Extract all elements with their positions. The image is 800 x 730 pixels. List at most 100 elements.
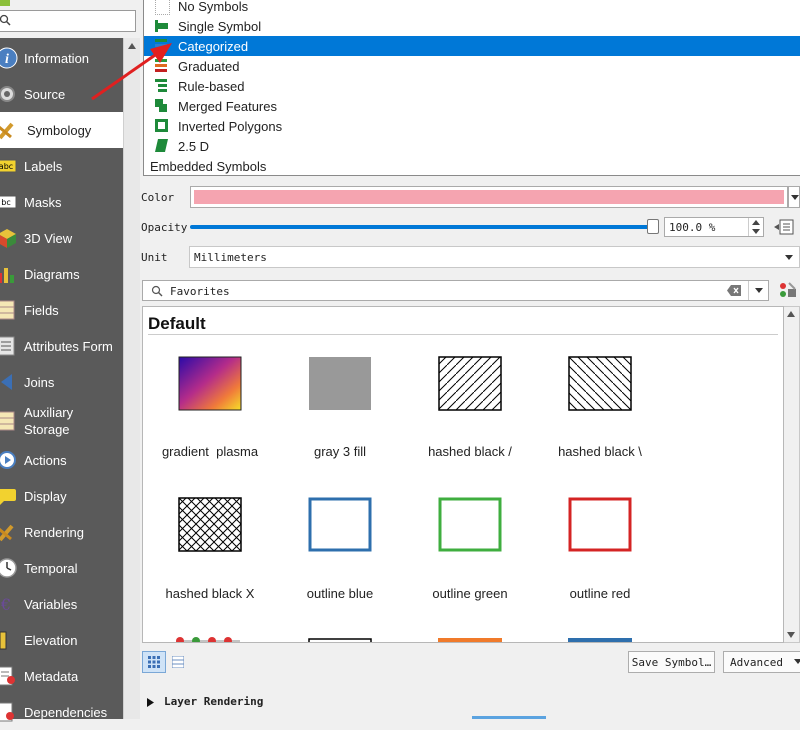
- symbology-icon: [0, 122, 14, 140]
- symbol-panel-scrollbar[interactable]: [784, 306, 800, 643]
- sidebar-item-diagrams[interactable]: Diagrams: [0, 256, 123, 292]
- save-symbol-button[interactable]: Save Symbol…: [628, 651, 715, 673]
- renderer-option-inverted-polygons[interactable]: Inverted Polygons: [144, 116, 800, 136]
- sidebar-item-actions[interactable]: Actions: [0, 442, 123, 478]
- sidebar-item-attributes-form[interactable]: Attributes Form: [0, 328, 123, 364]
- sidebar-item-label: Source: [24, 86, 66, 102]
- symbol-item[interactable]: gradient plasma: [145, 353, 275, 473]
- symbol-library-panel: Default gradient plasma gray 3 fill hash…: [142, 306, 784, 643]
- 3d-view-icon: [0, 229, 16, 248]
- sidebar-item-metadata[interactable]: Metadata: [0, 658, 123, 694]
- sidebar-search-input[interactable]: [0, 10, 136, 32]
- list-view-icon: [172, 656, 184, 668]
- spin-buttons[interactable]: [748, 218, 763, 236]
- symbol-item[interactable]: outline red: [535, 495, 665, 615]
- no-symbols-icon: [155, 0, 170, 15]
- spin-up-icon[interactable]: [752, 220, 760, 225]
- chevron-down-icon: [755, 288, 763, 293]
- scroll-up-icon: [787, 311, 795, 317]
- sidebar-item-label: Actions: [24, 452, 67, 468]
- sidebar-scrollbar[interactable]: [123, 38, 140, 719]
- partial-symbol-swatch: [568, 638, 632, 642]
- renderer-option-label: Graduated: [178, 58, 240, 74]
- chevron-down-icon: [791, 195, 799, 200]
- hashed-cross-swatch: [178, 497, 242, 552]
- color-dropdown-button[interactable]: [788, 186, 800, 208]
- sidebar-item-label: Diagrams: [24, 266, 80, 282]
- symbol-search-input[interactable]: Favorites: [142, 280, 769, 301]
- sidebar-item-label: Elevation: [24, 632, 78, 648]
- renderer-option-no-symbols[interactable]: No Symbols: [144, 0, 800, 16]
- opacity-slider-track[interactable]: [190, 225, 652, 229]
- icon-view-button[interactable]: [142, 651, 166, 673]
- attributes-form-icon: [0, 336, 15, 356]
- embedded-symbols-option[interactable]: Embedded Symbols: [144, 156, 800, 176]
- symbol-item[interactable]: outline green: [405, 495, 535, 615]
- chevron-down-icon: [794, 659, 800, 664]
- sidebar-item-symbology[interactable]: Symbology: [0, 112, 123, 148]
- sidebar-item-3d-view[interactable]: 3D View: [0, 220, 123, 256]
- outline-red-swatch: [568, 497, 632, 552]
- spin-down-icon[interactable]: [752, 229, 760, 234]
- annotation-arrow: [91, 43, 172, 101]
- advanced-button[interactable]: Advanced: [723, 651, 800, 673]
- sidebar-item-label: Temporal: [24, 560, 78, 576]
- masks-icon: bc: [0, 195, 17, 209]
- renderer-option-merged-features[interactable]: Merged Features: [144, 96, 800, 116]
- sidebar-nav-list: i Information Source Symbology abc Label…: [0, 38, 123, 722]
- sidebar-item-label: 3D View: [24, 230, 73, 246]
- expand-arrow-icon: [147, 698, 154, 707]
- opacity-slider-handle[interactable]: [647, 219, 659, 234]
- renderer-option-label: Single Symbol: [178, 18, 262, 34]
- sidebar-item-elevation[interactable]: Elevation: [0, 622, 123, 658]
- symbol-label: outline blue: [306, 586, 374, 601]
- sidebar-item-temporal[interactable]: Temporal: [0, 550, 123, 586]
- unit-select[interactable]: Millimeters: [189, 246, 800, 268]
- svg-text:€: €: [0, 595, 11, 614]
- renderer-option-categorized[interactable]: Categorized: [144, 36, 800, 56]
- sidebar-item-variables[interactable]: € Variables: [0, 586, 123, 622]
- sidebar-item-fields[interactable]: Fields: [0, 292, 123, 328]
- sidebar-item-joins[interactable]: Joins: [0, 364, 123, 400]
- sidebar-item-label: Labels: [24, 158, 63, 174]
- hashed-forward-swatch: [438, 356, 502, 411]
- sidebar-item-label: Rendering: [24, 524, 84, 540]
- outline-blue-swatch: [308, 497, 372, 552]
- clear-icon[interactable]: [727, 285, 741, 296]
- symbol-item[interactable]: gray 3 fill: [275, 353, 405, 473]
- renderer-option-single-symbol[interactable]: Single Symbol: [144, 16, 800, 36]
- sidebar-item-label: Fields: [24, 302, 59, 318]
- renderer-option-2-5-d[interactable]: 2.5 D: [144, 136, 800, 156]
- gradient-plasma-swatch: [178, 356, 242, 411]
- display-icon: [0, 489, 16, 505]
- partial-symbol-swatch: [438, 638, 502, 642]
- renderer-option-graduated[interactable]: Graduated: [144, 56, 800, 76]
- svg-text:i: i: [5, 52, 9, 67]
- save-symbol-label: Save Symbol…: [631, 655, 712, 669]
- symbol-item[interactable]: hashed black /: [405, 353, 535, 473]
- search-dropdown-button[interactable]: [748, 281, 770, 300]
- sidebar-item-rendering[interactable]: Rendering: [0, 514, 123, 550]
- variables-icon: €: [0, 595, 11, 614]
- symbol-item[interactable]: hashed black \: [535, 353, 665, 473]
- renderer-type-list[interactable]: No Symbols Single Symbol Categorized Gra…: [143, 0, 800, 176]
- renderer-option-label: No Symbols: [178, 0, 249, 14]
- sidebar-item-display[interactable]: Display: [0, 478, 123, 514]
- list-view-button[interactable]: [166, 651, 190, 673]
- actions-icon: [0, 451, 16, 469]
- renderer-option-label: Merged Features: [178, 98, 277, 114]
- layer-rendering-group-header[interactable]: Layer Rendering: [144, 693, 444, 711]
- symbol-item[interactable]: outline blue: [275, 495, 405, 615]
- sidebar-item-dependencies[interactable]: Dependencies: [0, 694, 123, 730]
- sidebar-item-masks[interactable]: bc Masks: [0, 184, 123, 220]
- symbol-label: gradient plasma: [161, 444, 259, 459]
- data-defined-override-icon[interactable]: [774, 218, 796, 236]
- symbol-label: hashed black \: [558, 444, 642, 459]
- sidebar-item-labels[interactable]: abc Labels: [0, 148, 123, 184]
- renderer-option-rule-based[interactable]: Rule-based: [144, 76, 800, 96]
- symbol-item[interactable]: hashed black X: [145, 495, 275, 615]
- style-manager-icon[interactable]: [778, 281, 798, 299]
- sidebar-item-auxiliary-storage[interactable]: Auxiliary Storage: [0, 400, 123, 442]
- symbol-label: outline green: [432, 586, 508, 601]
- opacity-spinbox[interactable]: 100.0 %: [664, 217, 764, 237]
